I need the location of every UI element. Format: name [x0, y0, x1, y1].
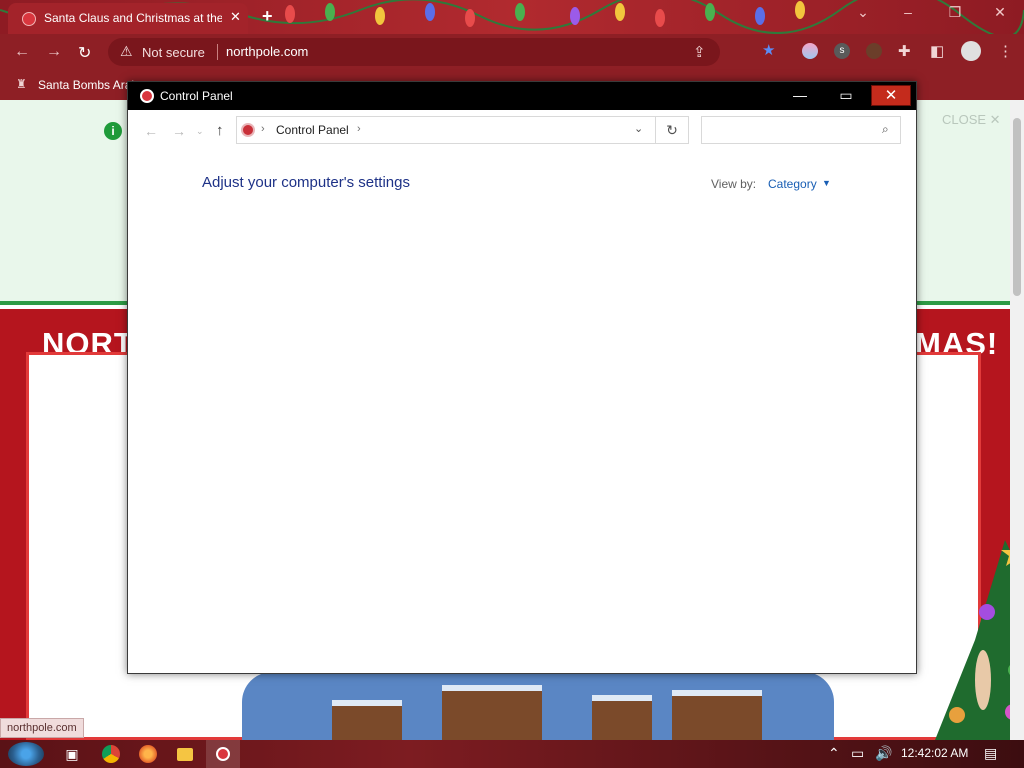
browser-tab-active[interactable]: Santa Claus and Christmas at the North P…: [8, 3, 248, 34]
share-icon[interactable]: ⇪: [693, 43, 706, 61]
control-panel-navbar: ← → ⌄ ↑ › Control Panel › ⌄ ↻ ⌕: [128, 110, 916, 152]
close-button[interactable]: ✕: [871, 85, 911, 106]
search-box[interactable]: ⌕: [701, 116, 901, 144]
village-house: [332, 700, 402, 740]
breadcrumb[interactable]: › Control Panel › ⌄: [236, 116, 656, 144]
firefox-icon[interactable]: [139, 745, 157, 763]
tab-close-icon[interactable]: ✕: [230, 9, 241, 25]
search-icon[interactable]: ⌕: [882, 122, 889, 137]
village-house: [442, 685, 542, 740]
extension-avatar-icon[interactable]: [866, 43, 882, 59]
network-icon[interactable]: ▭: [851, 745, 864, 762]
dropdown-arrow-icon[interactable]: ▼: [822, 178, 831, 188]
star-icon[interactable]: ★: [762, 41, 775, 59]
url-text[interactable]: northpole.com: [226, 44, 308, 59]
view-by-label: View by:: [711, 177, 757, 191]
minimize-button[interactable]: —: [783, 86, 817, 106]
up-arrow-icon[interactable]: ↑: [216, 122, 224, 139]
arrow-right-icon[interactable]: →: [46, 43, 62, 61]
info-icon: i: [104, 122, 122, 140]
action-center-icon[interactable]: ▤: [984, 745, 997, 762]
forward-arrow-icon[interactable]: →: [172, 123, 186, 139]
control-panel-taskbar-button[interactable]: [206, 740, 240, 768]
start-button[interactable]: [8, 742, 44, 766]
browser-toolbar: ← → ↻ ⚠ Not secure northpole.com ⇪ ★ s ✚…: [0, 34, 1024, 70]
reload-icon[interactable]: ↻: [78, 43, 91, 63]
control-panel-icon: [140, 89, 154, 103]
control-panel-window: Control Panel — ▭ ✕ ← → ⌄ ↑ › Control Pa…: [127, 81, 917, 674]
arrow-left-icon[interactable]: ←: [14, 43, 30, 61]
banner-close-button[interactable]: CLOSE ✕: [942, 112, 1001, 128]
refresh-icon[interactable]: ↻: [655, 116, 689, 144]
status-bar-link: northpole.com: [0, 718, 84, 738]
village-house: [672, 690, 762, 740]
extension-s-icon[interactable]: s: [834, 43, 850, 59]
address-separator: [217, 44, 218, 60]
back-arrow-icon[interactable]: ←: [144, 123, 158, 139]
kebab-menu-icon[interactable]: ⋮: [998, 42, 1013, 60]
breadcrumb-control-panel[interactable]: Control Panel: [276, 123, 349, 137]
control-panel-icon: [241, 123, 255, 137]
recent-locations-icon[interactable]: ⌄: [196, 126, 204, 137]
puzzle-icon[interactable]: ✚: [898, 42, 911, 60]
browser-close-button[interactable]: ✕: [980, 4, 1020, 21]
extension-flag-icon[interactable]: [802, 43, 818, 59]
task-view-icon[interactable]: ▣: [62, 744, 82, 764]
chevron-right-icon[interactable]: ›: [357, 123, 361, 135]
tab-search-icon[interactable]: ⌄: [843, 4, 883, 21]
clock[interactable]: 12:42:02 AM: [901, 746, 968, 760]
file-explorer-icon[interactable]: [177, 748, 193, 761]
page-title: Adjust your computer's settings: [202, 174, 410, 191]
chevron-right-icon[interactable]: ›: [261, 123, 265, 135]
browser-tab-strip: Santa Claus and Christmas at the North P…: [0, 0, 1024, 34]
window-title: Control Panel: [160, 89, 233, 103]
browser-minimize-button[interactable]: –: [888, 4, 928, 20]
village-house: [592, 695, 652, 740]
chrome-icon[interactable]: [102, 745, 120, 763]
sidebar-icon[interactable]: ◧: [930, 42, 944, 60]
maximize-button[interactable]: ▭: [829, 86, 863, 106]
tray-overflow-icon[interactable]: ⌃: [828, 745, 840, 762]
windows-taskbar: ▣ ⌃ ▭ 🔊 12:42:02 AM ▤: [0, 740, 1024, 768]
view-by-dropdown[interactable]: Category: [768, 177, 817, 191]
volume-icon[interactable]: 🔊: [875, 745, 892, 762]
warning-icon[interactable]: ⚠: [120, 43, 133, 60]
profile-icon[interactable]: [961, 41, 981, 61]
control-panel-titlebar[interactable]: Control Panel — ▭ ✕: [128, 82, 916, 110]
page-scrollbar[interactable]: [1010, 100, 1024, 740]
search-input[interactable]: [706, 121, 876, 139]
bookmark-favicon-icon: ♜: [16, 77, 27, 91]
browser-restore-button[interactable]: ❐: [935, 4, 975, 21]
scrollbar-thumb[interactable]: [1013, 118, 1021, 296]
new-tab-button[interactable]: +: [262, 6, 273, 27]
northpole-favicon-icon: [22, 12, 36, 26]
tab-title: Santa Claus and Christmas at the North P…: [44, 11, 222, 25]
chevron-down-icon[interactable]: ⌄: [634, 122, 643, 135]
snow-village-illustration: [242, 672, 834, 740]
not-secure-label[interactable]: Not secure: [142, 45, 205, 60]
control-panel-icon: [216, 747, 230, 761]
address-bar[interactable]: ⚠ Not secure northpole.com ⇪: [108, 38, 720, 66]
